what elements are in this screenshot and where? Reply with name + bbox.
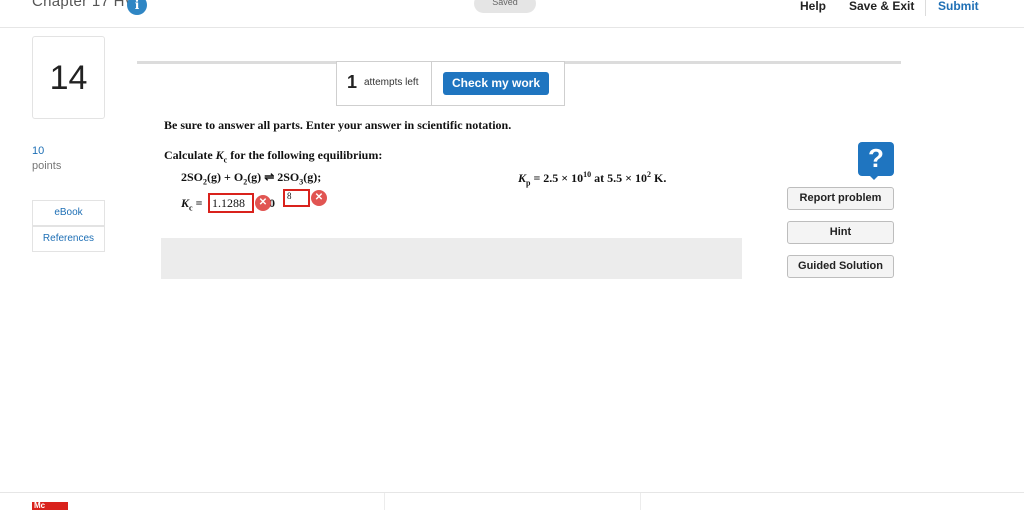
saved-status-badge: Saved — [474, 0, 536, 13]
header-divider — [925, 0, 926, 16]
kc-symbol: K — [181, 196, 190, 210]
hint-button[interactable]: Hint — [787, 221, 894, 244]
eq-part: 2SO — [181, 170, 204, 184]
points-value: 10 — [32, 145, 45, 157]
attempts-panel: 1 attempts left Check my work — [336, 61, 565, 106]
kc-symbol: K — [215, 148, 224, 162]
feedback-panel — [161, 238, 742, 279]
eq-part: (g); — [303, 170, 322, 184]
help-icon-tail — [868, 174, 880, 180]
kp-part: = 2.5 × 10 — [530, 171, 584, 185]
top-bar: Chapter 17 HW i Saved Help Save & Exit S… — [0, 0, 1024, 28]
question-prompt: Calculate Kc for the following equilibri… — [164, 148, 382, 164]
instructions-text: Be sure to answer all parts. Enter your … — [164, 118, 512, 132]
eq-part: 2SO — [274, 170, 300, 184]
footer-separator — [640, 493, 641, 510]
kp-symbol: K — [518, 171, 527, 185]
save-exit-link[interactable]: Save & Exit — [849, 0, 914, 13]
incorrect-x-icon: ✕ — [255, 195, 271, 211]
kp-part: at 5.5 × 10 — [591, 171, 647, 185]
points-label: points — [32, 160, 62, 172]
report-problem-button[interactable]: Report problem — [787, 187, 894, 210]
kc-exponent-input[interactable]: 8 — [283, 189, 310, 207]
check-my-work-button[interactable]: Check my work — [443, 72, 549, 95]
kp-exponent: 10 — [583, 170, 592, 179]
guided-solution-button[interactable]: Guided Solution — [787, 255, 894, 278]
equals-sign: = — [192, 196, 203, 210]
info-icon[interactable]: i — [127, 0, 147, 15]
equilibrium-equation: 2SO2(g) + O2(g) ⇌ 2SO3(g); — [181, 170, 321, 186]
kp-given: Kp = 2.5 × 1010 at 5.5 × 102 K. — [518, 170, 666, 187]
kc-mantissa-input[interactable]: 1.1288 — [208, 193, 254, 213]
kp-part: K. — [651, 171, 667, 185]
prompt-prefix: Calculate — [164, 148, 216, 162]
references-link[interactable]: References — [32, 226, 105, 252]
attempts-label: attempts left — [364, 77, 419, 88]
question-number: 14 — [49, 59, 88, 97]
eq-part: (g) + O — [207, 170, 244, 184]
footer-separator — [384, 493, 385, 510]
help-link[interactable]: Help — [800, 0, 826, 13]
footer-divider — [0, 492, 1024, 493]
equilibrium-arrow-icon: ⇌ — [264, 170, 275, 184]
publisher-logo: Mc — [32, 502, 68, 510]
question-number-box: 14 — [32, 36, 105, 119]
kc-answer-label: Kc = — [181, 196, 202, 212]
attempts-divider — [431, 62, 432, 105]
question-help-icon[interactable]: ? — [858, 142, 894, 176]
prompt-suffix: for the following equilibrium: — [227, 148, 383, 162]
assignment-title: Chapter 17 HW — [32, 0, 140, 10]
ebook-link[interactable]: eBook — [32, 200, 105, 226]
eq-part: (g) — [247, 170, 265, 184]
submit-link[interactable]: Submit — [938, 0, 979, 13]
attempts-count: 1 — [347, 72, 358, 92]
incorrect-x-icon: ✕ — [311, 190, 327, 206]
